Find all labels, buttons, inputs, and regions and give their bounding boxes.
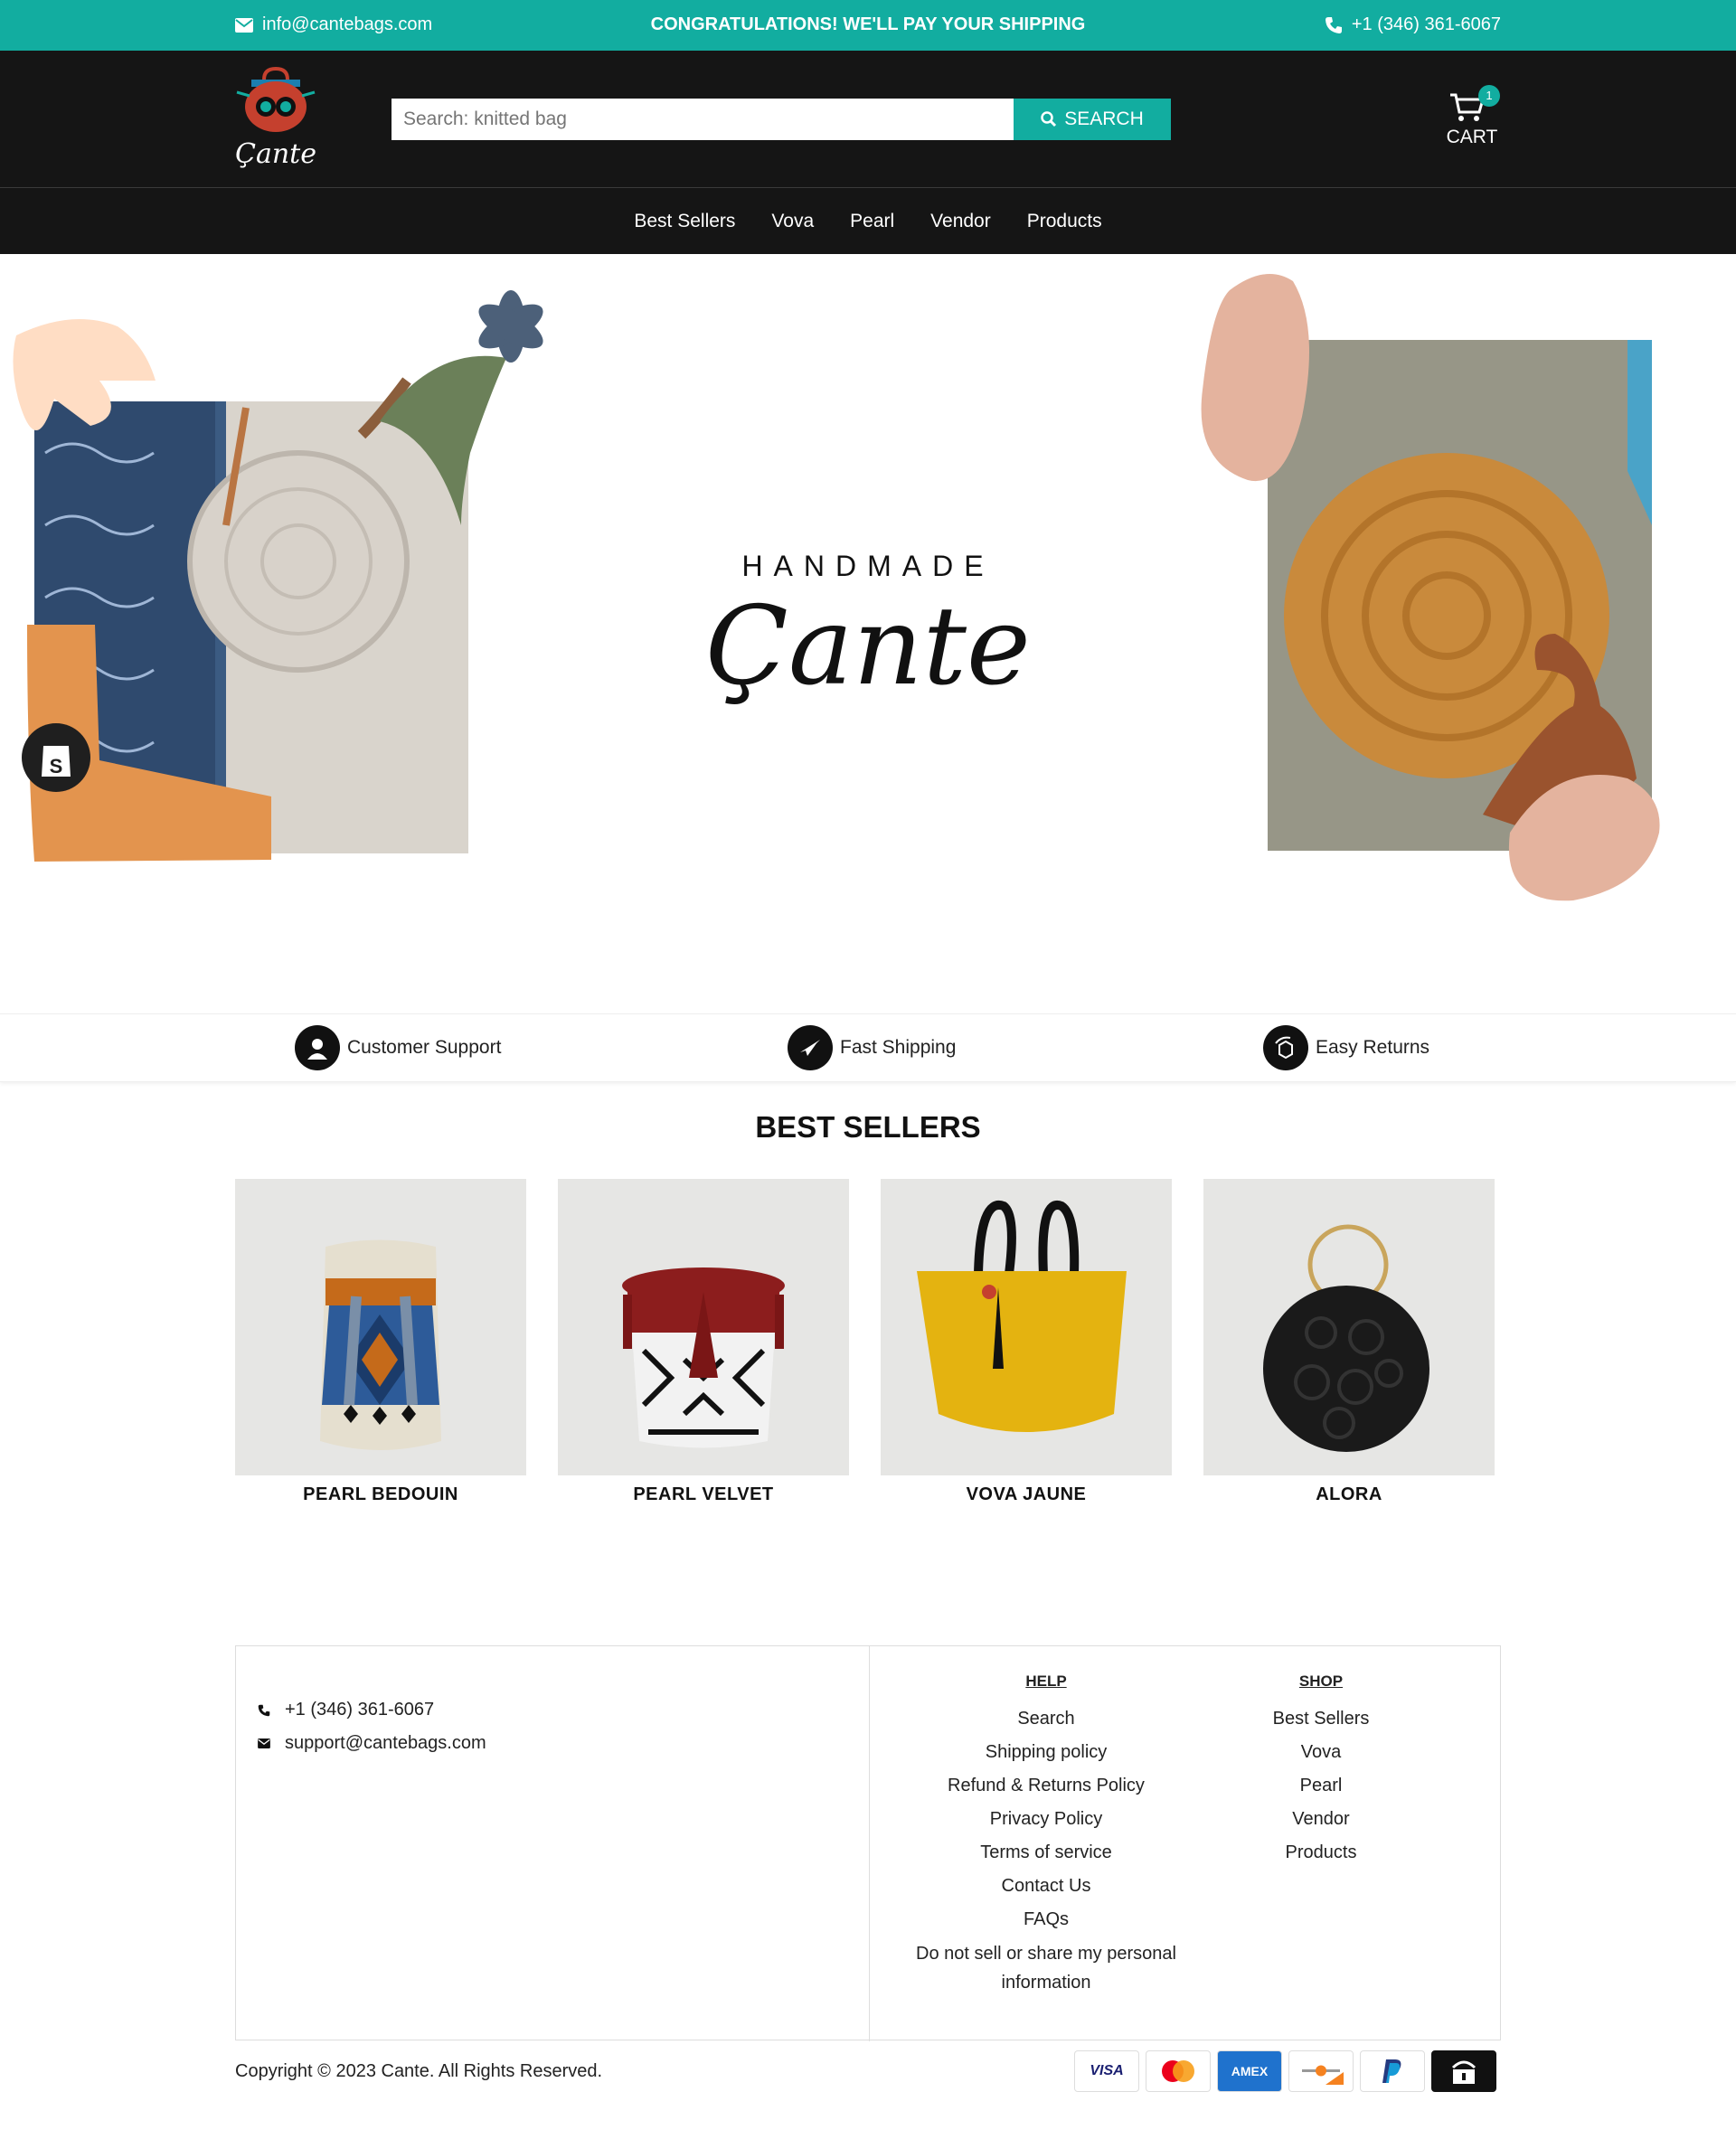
topbar-phone[interactable]: +1 (346) 361-6067 (1325, 14, 1501, 35)
footer-link-do-not-sell[interactable]: Do not sell or share my personal informa… (901, 1936, 1191, 1997)
feature-customer-support-label: Customer Support (347, 1037, 502, 1058)
magnifier-icon (1041, 111, 1057, 127)
search-form: SEARCH (392, 99, 1171, 140)
product-image[interactable] (1203, 1179, 1495, 1475)
nav-products[interactable]: Products (1027, 211, 1102, 232)
feature-easy-returns: Easy Returns (1263, 1025, 1429, 1070)
return-box-icon (1263, 1025, 1308, 1070)
footer-email[interactable]: support@cantebags.com (258, 1727, 486, 1760)
airplane-icon (788, 1025, 833, 1070)
feature-easy-returns-label: Easy Returns (1316, 1037, 1430, 1058)
hero-tagline: HANDMADE (741, 550, 994, 582)
footer-shop-vova[interactable]: Vova (1240, 1736, 1402, 1769)
nav-best-sellers[interactable]: Best Sellers (634, 211, 735, 232)
svg-text:Çante: Çante (235, 138, 316, 170)
product-card[interactable]: PEARL VELVET (558, 1179, 849, 1505)
footer-link-refund-policy[interactable]: Refund & Returns Policy (901, 1769, 1191, 1803)
footer-divider (869, 1646, 870, 2041)
feature-fast-shipping: Fast Shipping (788, 1025, 956, 1070)
site-footer: +1 (346) 361-6067 support@cantebags.com … (235, 1645, 1501, 2041)
amex-icon: AMEX (1217, 2050, 1282, 2092)
shop-pay-icon (1431, 2050, 1496, 2092)
footer-link-faqs[interactable]: FAQs (901, 1903, 1191, 1936)
nav-pearl[interactable]: Pearl (850, 211, 894, 232)
cart-label: CART (1446, 127, 1498, 147)
cart-button[interactable]: 1 CART (1438, 85, 1506, 155)
footer-help-title: HELP (1025, 1673, 1067, 1690)
mastercard-icon (1146, 2050, 1211, 2092)
visa-icon: VISA (1074, 2050, 1139, 2092)
amex-label: AMEX (1231, 2064, 1269, 2078)
product-name[interactable]: ALORA (1203, 1484, 1495, 1505)
product-name[interactable]: PEARL BEDOUIN (235, 1484, 526, 1505)
product-image[interactable] (558, 1179, 849, 1475)
product-image[interactable] (235, 1179, 526, 1475)
footer-link-contact[interactable]: Contact Us (901, 1870, 1191, 1903)
discover-icon (1288, 2050, 1354, 2092)
footer-shop-products[interactable]: Products (1240, 1836, 1402, 1870)
nav-vova[interactable]: Vova (771, 211, 814, 232)
cante-logo[interactable]: Çante (233, 65, 318, 172)
nav-vendor[interactable]: Vendor (930, 211, 991, 232)
phone-icon (258, 1704, 270, 1716)
footer-phone-text: +1 (346) 361-6067 (285, 1700, 435, 1720)
main-nav: Best Sellers Vova Pearl Vendor Products (0, 187, 1736, 254)
site-header: Çante SEARCH 1 CART (0, 51, 1736, 187)
feature-customer-support: Customer Support (295, 1025, 501, 1070)
cart-count-badge: 1 (1478, 85, 1500, 107)
hero-illustration: S HANDMADE Çante (13, 274, 1660, 901)
footer-phone[interactable]: +1 (346) 361-6067 (258, 1693, 486, 1727)
envelope-icon (258, 1739, 270, 1748)
product-name[interactable]: VOVA JAUNE (881, 1484, 1172, 1505)
footer-link-terms[interactable]: Terms of service (901, 1836, 1191, 1870)
footer-link-privacy-policy[interactable]: Privacy Policy (901, 1803, 1191, 1836)
footer-shop-title: SHOP (1298, 1673, 1344, 1690)
phone-icon (1325, 16, 1342, 33)
hero-brand: Çante (705, 584, 1031, 710)
hero-banner[interactable]: S HANDMADE Çante (0, 254, 1736, 1013)
visa-label: VISA (1090, 2063, 1124, 2078)
search-button-label: SEARCH (1064, 108, 1144, 129)
announcement-bar: info@cantebags.com CONGRATULATIONS! WE'L… (0, 0, 1736, 51)
product-grid: PEARL BEDOUIN PEARL VELVET VOVA JAUNE AL… (235, 1179, 1496, 1522)
product-card[interactable]: VOVA JAUNE (881, 1179, 1172, 1505)
feature-fast-shipping-label: Fast Shipping (840, 1037, 957, 1058)
paypal-icon (1360, 2050, 1425, 2092)
footer-link-shipping-policy[interactable]: Shipping policy (901, 1736, 1191, 1769)
product-card[interactable]: ALORA (1203, 1179, 1495, 1505)
best-sellers-title: BEST SELLERS (755, 1110, 981, 1144)
product-card[interactable]: PEARL BEDOUIN (235, 1179, 526, 1505)
svg-text:S: S (50, 755, 63, 777)
footer-shop-vendor[interactable]: Vendor (1240, 1803, 1402, 1836)
features-strip: Customer Support Fast Shipping Easy Retu… (0, 1013, 1736, 1082)
footer-help-column: HELP Search Shipping policy Refund & Ret… (901, 1670, 1191, 1997)
footer-link-search[interactable]: Search (901, 1702, 1191, 1736)
copyright-text: Copyright © 2023 Cante. All Rights Reser… (235, 2061, 603, 2081)
footer-contact: +1 (346) 361-6067 support@cantebags.com (258, 1693, 486, 1760)
headset-icon (295, 1025, 340, 1070)
footer-shop-column: SHOP Best Sellers Vova Pearl Vendor Prod… (1240, 1670, 1402, 1870)
topbar-phone-text: +1 (346) 361-6067 (1351, 14, 1501, 34)
footer-email-text: support@cantebags.com (285, 1733, 486, 1753)
product-name[interactable]: PEARL VELVET (558, 1484, 849, 1505)
footer-shop-pearl[interactable]: Pearl (1240, 1769, 1402, 1803)
product-image[interactable] (881, 1179, 1172, 1475)
footer-shop-best-sellers[interactable]: Best Sellers (1240, 1702, 1402, 1736)
search-input[interactable] (392, 99, 1014, 140)
search-button[interactable]: SEARCH (1014, 99, 1171, 140)
